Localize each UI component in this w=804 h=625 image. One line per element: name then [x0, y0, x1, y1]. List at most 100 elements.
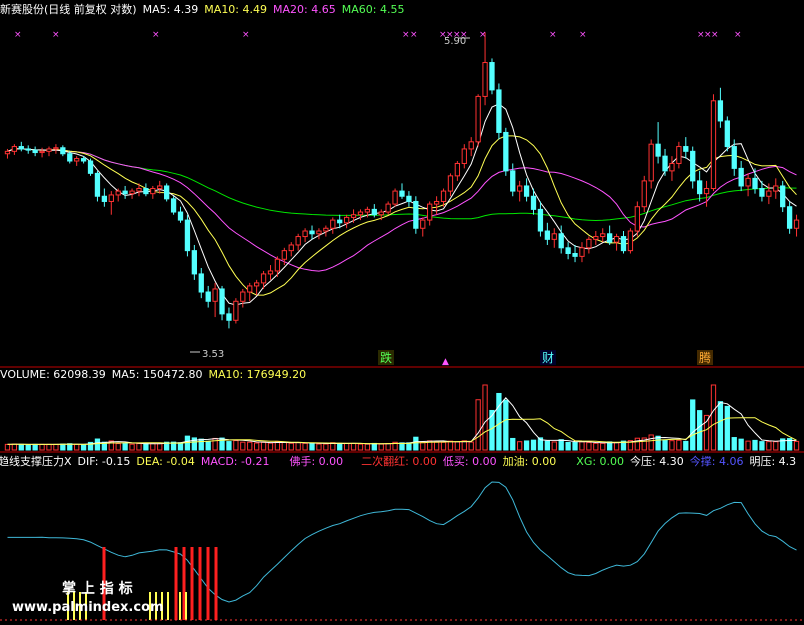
volume-bar [579, 441, 585, 451]
volume-bar [157, 443, 163, 451]
candle-body [572, 252, 578, 257]
candle-body [759, 188, 765, 197]
volume-bar [503, 399, 509, 451]
volume-bar [143, 443, 149, 451]
candle [18, 141, 24, 152]
chart-canvas: × × × × × × × × × × × × × × × × × 5.90 3.53 跌 ▲ 财 腾 掌 上 … [0, 30, 804, 621]
candle [454, 161, 461, 181]
volume-bar [74, 443, 80, 451]
volume-bar [32, 443, 38, 451]
volume-bar [738, 438, 744, 451]
candle [780, 180, 786, 213]
candle-body [122, 190, 128, 195]
volume-bar [115, 443, 121, 451]
volume-bar [745, 440, 751, 451]
candle [607, 225, 613, 245]
volume-bar [281, 442, 287, 451]
volume-bar [454, 441, 461, 451]
candle-body [745, 177, 751, 187]
candle [690, 146, 696, 189]
candle [683, 137, 689, 159]
ma5-line [7, 103, 797, 306]
watermark-top: 掌 上 指 标 [62, 580, 133, 597]
candle-body [447, 175, 454, 192]
watermark-bottom: www.palmindex.com [12, 600, 164, 615]
candle-body [413, 200, 419, 229]
candle-body [343, 216, 350, 224]
volume-bar [260, 441, 267, 451]
candle [267, 265, 274, 280]
volume-bar [676, 439, 682, 451]
volume-bar [350, 442, 357, 451]
candle-body [586, 238, 592, 249]
volume-bar [766, 441, 772, 451]
candle [489, 58, 495, 95]
candle [710, 94, 717, 192]
volume-bar [634, 437, 640, 451]
candle-body [87, 160, 94, 174]
signal-marker: × [52, 30, 60, 40]
candle-body [67, 153, 73, 162]
candle [745, 173, 751, 197]
volume-bar [433, 441, 440, 451]
volume-bar [773, 441, 779, 451]
candle-body [129, 190, 135, 195]
volume-bar [18, 443, 24, 451]
candle-body [793, 219, 800, 229]
erci-value: 二次翻红: 0.00 [361, 455, 437, 468]
volume-bar [80, 444, 87, 451]
candle [648, 139, 654, 189]
volume-bar [316, 443, 322, 451]
volume-ma5-line [7, 397, 797, 445]
signal-cai: 财 [542, 351, 554, 365]
volume-bar [4, 443, 11, 451]
candle-body [773, 185, 779, 192]
candle-body [496, 89, 502, 133]
signal-die: 跌 [380, 350, 392, 365]
candle [551, 228, 557, 248]
volume-bar [572, 441, 578, 451]
volume-bar [613, 442, 620, 451]
candle-body [461, 148, 467, 164]
candle-body [46, 148, 52, 152]
candle-body [136, 188, 142, 192]
candle [25, 145, 31, 154]
candle-body [482, 62, 488, 97]
candle-body [205, 291, 211, 302]
candle-body [683, 146, 689, 152]
volume-bar [662, 439, 668, 451]
candle-body [260, 273, 267, 284]
candle [600, 228, 606, 243]
ma20-line [7, 148, 797, 272]
volume-bar [420, 441, 426, 451]
volume-bar [39, 443, 45, 451]
candle [620, 231, 627, 254]
candle [177, 206, 184, 223]
candle [579, 242, 585, 263]
candle-body [191, 250, 197, 275]
volume-bar [60, 443, 66, 451]
volume-bar [565, 441, 571, 451]
candle-body [613, 236, 620, 243]
candle-body [517, 185, 523, 192]
candle [510, 163, 516, 197]
candle-body [766, 190, 772, 197]
volume-bar [447, 440, 454, 451]
candle [87, 158, 94, 176]
candle [240, 288, 246, 308]
candle-body [267, 270, 274, 275]
candle-body [378, 211, 384, 216]
candle-body [323, 227, 329, 232]
candle [150, 185, 156, 199]
volume-bar [683, 440, 689, 451]
volume-bar [129, 443, 135, 451]
candle-body [60, 147, 66, 155]
candle-body [184, 219, 191, 252]
volume-panel [4, 384, 800, 451]
candle [288, 242, 294, 257]
volume-bar [150, 443, 156, 451]
volume-bar [752, 439, 758, 451]
candle [413, 196, 419, 234]
volume-header: VOLUME: 62098.39 MA5: 150472.80 MA10: 1769… [0, 367, 312, 383]
candle-body [786, 206, 793, 229]
